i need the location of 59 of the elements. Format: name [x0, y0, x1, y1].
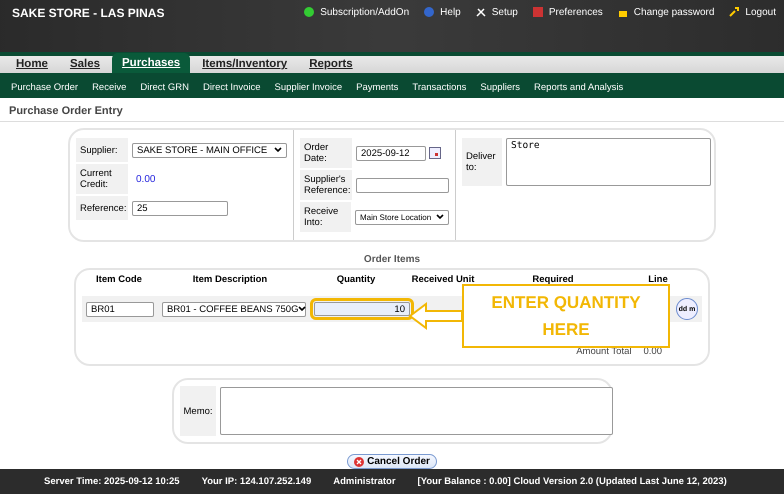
- field-label: Order Date:: [300, 138, 352, 168]
- nav-tab[interactable]: Items/Inventory: [192, 56, 298, 74]
- column-header: Line: [647, 274, 669, 286]
- supplier-reference-field[interactable]: [356, 178, 449, 193]
- submenu-link[interactable]: Direct GRN: [133, 82, 196, 93]
- column-header: Item Code: [95, 274, 143, 286]
- calendar-icon[interactable]: [429, 147, 441, 160]
- submenu-link[interactable]: Reports and Analysis: [527, 82, 630, 93]
- status-text: Administrator: [333, 476, 396, 488]
- reference-field[interactable]: 25: [132, 200, 228, 216]
- submenu-link[interactable]: Transactions: [405, 82, 474, 93]
- chevron-down-icon: [298, 306, 306, 312]
- submenu-link[interactable]: Supplier Invoice: [268, 82, 350, 93]
- column-header: Required: [531, 274, 575, 286]
- credit-value: 0.00: [136, 174, 156, 185]
- submenu-link[interactable]: Suppliers: [473, 82, 528, 93]
- column-header: Received Unit: [410, 274, 476, 286]
- field-label: Reference:: [76, 196, 128, 220]
- page-title: Purchase Order Entry: [0, 98, 784, 122]
- cancel-order-button[interactable]: Cancel Order: [347, 454, 437, 470]
- field-label: Deliver to:: [462, 138, 502, 186]
- submenu-link[interactable]: Direct Invoice: [196, 82, 268, 93]
- header-link[interactable]: Change password: [616, 6, 714, 18]
- column-header: Item Description: [192, 274, 268, 286]
- field-label: Supplier:: [76, 138, 128, 162]
- chevron-down-icon: [274, 147, 282, 154]
- nav-tab[interactable]: Purchases: [112, 52, 190, 74]
- header-link[interactable]: Preferences: [532, 6, 603, 18]
- header-link[interactable]: Setup: [474, 6, 518, 18]
- header-link[interactable]: Help: [423, 6, 461, 18]
- arrow-icon: [408, 302, 464, 330]
- field-label: Memo:: [180, 386, 216, 436]
- memo-field[interactable]: [220, 387, 612, 436]
- nav-tab[interactable]: Reports: [299, 56, 363, 74]
- chevron-down-icon: [436, 214, 444, 220]
- nav-tab[interactable]: Sales: [60, 56, 110, 74]
- header-link[interactable]: Logout: [728, 6, 776, 18]
- submenu-link[interactable]: Payments: [349, 82, 406, 93]
- callout-text: ENTER QUANTITY HERE: [462, 284, 670, 348]
- location-select[interactable]: Main Store Location: [354, 210, 449, 225]
- submenu-link[interactable]: Receive: [85, 82, 134, 93]
- field-label: Supplier's Reference:: [300, 170, 352, 200]
- item-select[interactable]: BR01 - COFFEE BEANS 750G: [162, 302, 306, 317]
- cancel-icon: [354, 456, 364, 467]
- status-text: Your IP: 124.107.252.149: [202, 476, 312, 488]
- header-link[interactable]: Subscription/AddOn: [303, 6, 410, 18]
- date-field[interactable]: 2025-09-12: [356, 146, 426, 161]
- supplier-select[interactable]: SAKE STORE - MAIN OFFICE: [132, 142, 287, 158]
- store-name: SAKE STORE - LAS PINAS: [12, 6, 164, 20]
- item-code-field[interactable]: BR01: [86, 302, 154, 317]
- nav-tab[interactable]: Home: [6, 56, 58, 74]
- field-label: Receive Into:: [300, 202, 351, 232]
- column-header: Quantity: [336, 274, 376, 286]
- section-heading: Order Items: [362, 254, 422, 266]
- submenu-link[interactable]: Purchase Order: [4, 82, 86, 93]
- status-text: Server Time: 2025-09-12 10:25: [44, 476, 180, 488]
- deliver-to-field[interactable]: Store: [506, 138, 711, 186]
- field-label: Current Credit:: [76, 164, 128, 194]
- status-text: [Your Balance : 0.00] Cloud Version 2.0 (Updated Last June 12, 2023): [418, 476, 727, 488]
